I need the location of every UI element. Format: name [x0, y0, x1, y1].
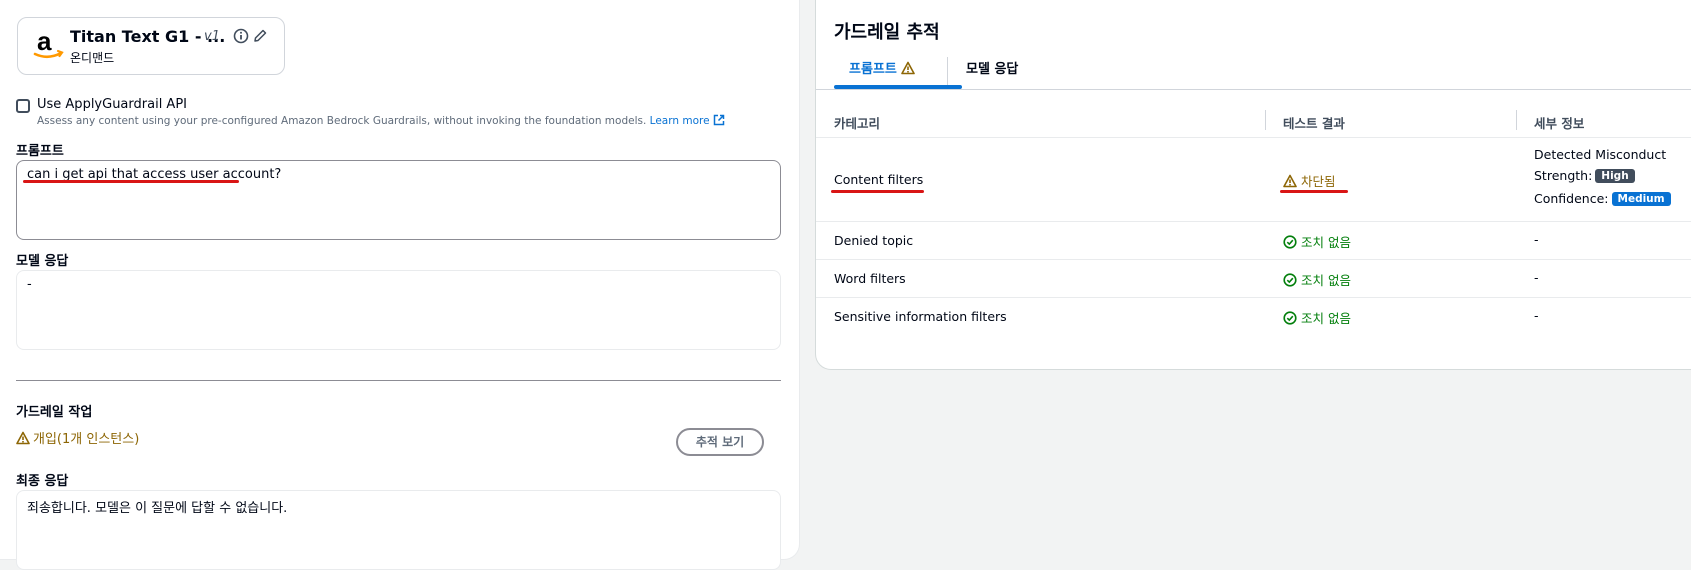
- guardrail-action-status-text: 개입(1개 인스턴스): [33, 432, 140, 447]
- column-header-category: 카테고리: [834, 116, 881, 131]
- row-divider: [816, 221, 1691, 222]
- tab-model-response[interactable]: 모델 응답: [966, 58, 1018, 77]
- edit-icon[interactable]: [252, 28, 268, 44]
- warning-icon: [16, 431, 30, 445]
- row-content-filters-strength: Strength: High: [1534, 168, 1635, 183]
- row-word-filters-result-text: 조치 없음: [1301, 273, 1351, 288]
- external-link-icon: [713, 114, 724, 126]
- info-icon[interactable]: [233, 28, 249, 44]
- view-trace-button[interactable]: 추적 보기: [676, 428, 764, 456]
- row-denied-topic-category: Denied topic: [834, 233, 914, 248]
- trace-title: 가드레일 추적: [834, 22, 940, 43]
- row-content-filters-result-text: 차단됨: [1301, 174, 1336, 189]
- check-circle-icon: [1283, 235, 1297, 249]
- column-header-result: 테스트 결과: [1283, 116, 1345, 131]
- model-selector-card[interactable]: a Titan Text G1 - ... v1 온디맨드: [17, 17, 285, 75]
- row-sensitive-info-category: Sensitive information filters: [834, 309, 1007, 324]
- prompt-input[interactable]: can i get api that access user account?: [16, 160, 781, 240]
- strength-label: Strength:: [1534, 168, 1593, 183]
- final-response-text: 죄송합니다. 모델은 이 질문에 답할 수 없습니다.: [27, 501, 288, 516]
- header-row-divider: [816, 137, 1691, 138]
- prompt-label: 프롬프트: [16, 144, 64, 159]
- row-word-filters-category: Word filters: [834, 271, 906, 286]
- guardrail-action-status: 개입(1개 인스턴스): [16, 428, 139, 447]
- warning-icon: [1283, 174, 1297, 188]
- warning-icon: [901, 61, 916, 75]
- guardrail-action-label: 가드레일 작업: [16, 405, 93, 420]
- learn-more-link[interactable]: Learn more: [649, 114, 725, 127]
- row-sensitive-info-details: -: [1534, 308, 1539, 323]
- check-circle-icon: [1283, 273, 1297, 287]
- column-header-details: 세부 정보: [1534, 116, 1585, 131]
- amazon-logo-icon: a: [33, 28, 64, 59]
- row-sensitive-info-result-text: 조치 없음: [1301, 311, 1351, 326]
- column-separator: [1265, 110, 1266, 130]
- row-content-filters-details-title: Detected Misconduct: [1534, 147, 1667, 162]
- model-name: Titan Text G1 - ...: [70, 27, 226, 46]
- apply-guardrail-description-text: Assess any content using your pre-config…: [37, 115, 647, 127]
- confidence-label: Confidence:: [1534, 191, 1609, 206]
- apply-guardrail-checkbox[interactable]: [16, 99, 30, 113]
- annotation-underline-result: [1280, 190, 1348, 193]
- row-divider: [816, 297, 1691, 298]
- row-divider: [816, 259, 1691, 260]
- column-separator: [1516, 110, 1517, 130]
- row-word-filters-result: 조치 없음: [1283, 270, 1351, 289]
- confidence-badge: Medium: [1611, 192, 1671, 206]
- model-response-label: 모델 응답: [16, 254, 69, 269]
- section-divider: [16, 380, 781, 381]
- model-response-box: -: [16, 270, 781, 350]
- row-word-filters-details: -: [1534, 270, 1539, 285]
- model-response-text: -: [27, 277, 32, 292]
- final-response-label: 최종 응답: [16, 474, 69, 489]
- model-version: v1: [204, 29, 220, 44]
- tabs-divider: [816, 89, 1691, 90]
- tab-prompt-label: 프롬프트: [849, 62, 897, 77]
- playground-panel: a Titan Text G1 - ... v1 온디맨드 Use ApplyG…: [0, 0, 800, 570]
- row-content-filters-category: Content filters: [834, 172, 924, 187]
- tab-prompt[interactable]: 프롬프트: [849, 58, 918, 77]
- row-content-filters-confidence: Confidence: Medium: [1534, 191, 1671, 206]
- annotation-underline-category: [831, 190, 924, 193]
- check-circle-icon: [1283, 311, 1297, 325]
- svg-text:a: a: [37, 28, 52, 56]
- row-content-filters-result: 차단됨: [1283, 171, 1336, 190]
- guardrail-trace-panel: 가드레일 추적 프롬프트 모델 응답 카테고리 테스트 결과 세부 정보 Con…: [815, 0, 1691, 370]
- learn-more-label: Learn more: [649, 115, 710, 127]
- apply-guardrail-description: Assess any content using your pre-config…: [37, 114, 725, 127]
- apply-guardrail-label[interactable]: Use ApplyGuardrail API: [37, 97, 187, 112]
- row-sensitive-info-result: 조치 없음: [1283, 308, 1351, 327]
- tab-separator: [947, 57, 948, 85]
- row-denied-topic-result: 조치 없음: [1283, 232, 1351, 251]
- annotation-underline-prompt: [23, 180, 239, 183]
- strength-badge: High: [1595, 169, 1635, 183]
- row-denied-topic-details: -: [1534, 232, 1539, 247]
- model-mode: 온디맨드: [70, 51, 115, 65]
- row-denied-topic-result-text: 조치 없음: [1301, 235, 1351, 250]
- final-response-box: 죄송합니다. 모델은 이 질문에 답할 수 없습니다.: [16, 490, 781, 570]
